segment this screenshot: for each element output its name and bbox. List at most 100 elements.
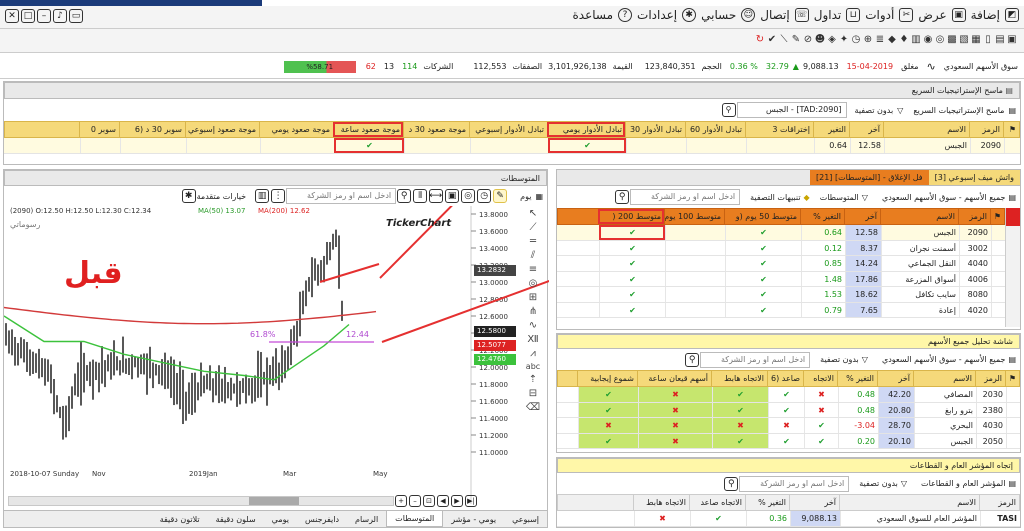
search-icon[interactable]: ⚲ [724, 476, 739, 491]
col-last[interactable]: آخر [849, 122, 883, 137]
line-icon[interactable]: ✔ [766, 34, 778, 46]
bell-icon[interactable]: ♪ [53, 9, 67, 23]
search-icon[interactable]: ⚲ [721, 103, 736, 117]
text-icon[interactable]: abc [526, 362, 540, 371]
col-wave-30[interactable]: موجة صعود 30 د [403, 122, 469, 137]
close-icon[interactable]: ✕ [5, 9, 19, 23]
watchlist-market-select[interactable]: جميع الأسهم - سوق الأسهم السعودي [882, 193, 1006, 202]
list-icon[interactable]: ≣ [874, 34, 886, 46]
maximize-icon[interactable]: □ [21, 9, 35, 23]
menu-connect[interactable]: إتصال [760, 8, 789, 22]
analysis-search-input[interactable]: ادخل اسم او رمز الشركة [700, 351, 811, 368]
col-ma50[interactable]: متوسط 50 يوم (و [724, 209, 800, 224]
tab-daily[interactable]: يومي [264, 515, 297, 524]
search-icon[interactable]: ⚲ [685, 352, 700, 367]
window-icon[interactable]: ▭ [69, 9, 83, 23]
index-row[interactable]: TASI المؤشر العام للسوق السعودي 9,088.13… [557, 511, 1020, 527]
col-breakouts[interactable]: إختراقات 3 [745, 122, 813, 137]
col-last[interactable]: آخر [877, 371, 913, 386]
arrow-up-icon[interactable]: ⇡ [529, 374, 537, 385]
doc-icon[interactable]: ▯ [982, 34, 994, 46]
analysis-row[interactable]: 2380 بترو رابغ 20.80 0.48 ✖ ✔ ✔ ✖ ✔ [557, 402, 1020, 418]
pitchfork-icon[interactable]: ⋔ [529, 306, 537, 317]
watchlist-row[interactable]: 3002 أسمنت نجران 8.37 0.12 ✔ ✔ [557, 240, 1005, 256]
col-change-pct[interactable]: التغير % [837, 371, 877, 386]
col-last[interactable]: آخر [844, 209, 880, 224]
analysis-row[interactable]: 4030 البحري 28.70 3.04- ✔ ✖ ✖ ✖ ✖ [557, 418, 1020, 434]
averages-filter-button[interactable]: المتوسطات [820, 193, 859, 202]
end-icon[interactable]: ▶| [465, 495, 477, 507]
compare-icon[interactable]: ⟷ [429, 189, 444, 203]
fib-icon[interactable]: ≡ [529, 264, 537, 275]
analysis-row[interactable]: 2050 الجبس 20.10 0.20 ✔ ✔ ✔ ✖ ✔ [557, 433, 1020, 449]
chart-icon[interactable]: ▤ [994, 34, 1006, 46]
chart-search-input[interactable]: ادخل اسم او رمز الشركة [286, 188, 397, 204]
col-change-pct[interactable]: التغير % [800, 209, 844, 224]
strategy-filter-button[interactable]: بدون تصفية [855, 106, 894, 115]
elliott-icon[interactable]: Ⅻ [527, 334, 538, 345]
price-chart[interactable]: 13.800013.600013.400013.200013.000012.80… [3, 142, 605, 504]
filter-alerts-button[interactable]: تنبيهات التصفية [750, 193, 800, 202]
menu-trade[interactable]: تداول [814, 8, 842, 22]
tab-drawer[interactable]: الرسام [347, 515, 386, 524]
strategy-symbol-field[interactable]: [TAD:2090] - الجبس [736, 102, 847, 118]
col-name[interactable]: الاسم [839, 495, 979, 510]
chart-scrollbar[interactable] [8, 496, 394, 506]
scroll-thumb[interactable] [249, 497, 299, 505]
watchlist-row[interactable]: 8080 سايب تكافل 18.62 1.53 ✔ ✔ [557, 287, 1005, 303]
cursor-icon[interactable]: ↖ [529, 208, 537, 219]
scan-icon[interactable]: ◈ [826, 34, 838, 46]
trendline-icon[interactable]: ⟋ [530, 222, 537, 233]
index-search-input[interactable]: ادخل اسم او رمز الشركة [739, 475, 850, 492]
period-select[interactable]: يوم [520, 192, 531, 201]
col-wave-daily[interactable]: موجة صعود يومي [259, 122, 333, 137]
menu-settings[interactable]: إعدادات [637, 8, 677, 22]
bars-icon[interactable]: ▥ [255, 189, 270, 203]
drawings-label[interactable]: رسوماتي [10, 220, 40, 229]
watchlist-tab-second[interactable]: فل الإغلاق - [المتوسطات] [21] [809, 170, 929, 185]
tab-averages[interactable]: المتوسطات [386, 511, 444, 527]
template-icon[interactable]: ▣ [445, 189, 460, 203]
watchlist-row[interactable]: 4020 إعادة 7.65 0.79 ✔ ✔ [557, 302, 1005, 318]
circle-icon[interactable]: ◎ [529, 278, 538, 289]
hline-icon[interactable]: ═ [530, 236, 536, 247]
analysis-row[interactable]: 2030 المصافي 42.20 0.48 ✖ ✔ ✔ ✖ ✔ [557, 387, 1020, 403]
clock-icon[interactable]: ◷ [477, 189, 492, 203]
table-icon[interactable]: ▩ [946, 34, 958, 46]
target-icon[interactable]: ◎ [934, 34, 946, 46]
candles-icon[interactable]: ⫴ [413, 189, 428, 203]
zigzag-icon[interactable]: ⩘ [530, 348, 536, 359]
refresh-icon[interactable]: ↻ [754, 34, 766, 46]
grid-icon[interactable]: ▦ [970, 34, 982, 46]
col-ma100[interactable]: متوسط 100 يوم [664, 209, 724, 224]
tab-daily-index[interactable]: يومي - مؤشر [443, 515, 504, 524]
menu-add[interactable]: إضافة [971, 8, 1000, 22]
money-icon[interactable]: ⊕ [862, 34, 874, 46]
strategy-scanner-button[interactable]: ماسح الإستراتيجيات السريع [913, 106, 1004, 115]
watchlist-search-input[interactable]: ادخل اسم او رمز الشركة [630, 189, 741, 205]
col-code[interactable]: الرمز [958, 209, 990, 224]
col-wave-weekly[interactable]: موجة صعود إسبوعي [185, 122, 259, 137]
search-icon[interactable]: ⚲ [397, 189, 412, 203]
col-name[interactable]: الاسم [883, 122, 969, 137]
index-filter-button[interactable]: بدون تصفية [859, 479, 898, 488]
wave-icon[interactable]: ∿ [529, 320, 537, 331]
col-hour-bottoms[interactable]: أسهم قيعان ساعة [637, 371, 711, 386]
index-market-select[interactable]: المؤشر العام و القطاعات [921, 479, 1005, 488]
col-trend-down[interactable]: الاتجاه هابط [633, 495, 689, 510]
window-icon[interactable]: ▣ [1006, 34, 1018, 46]
col-code[interactable]: الرمز [979, 495, 1019, 510]
col-positive-candles[interactable]: شموع إيجابية [577, 371, 637, 386]
col-name[interactable]: الاسم [880, 209, 958, 224]
indicators-icon[interactable]: ⋮ [271, 189, 286, 203]
cart-icon[interactable]: ▧ [958, 34, 970, 46]
measure-icon[interactable]: ⊞ [529, 292, 537, 303]
tab-weekly[interactable]: إسبوعي [504, 515, 547, 524]
compass-icon[interactable]: ◎ [461, 189, 476, 203]
menu-help[interactable]: مساعدة [572, 8, 613, 22]
tab-divergence[interactable]: دايفرجنس [297, 515, 347, 524]
strategy-row[interactable]: 2090 الجبس 12.58 0.64 ✔ ✔ [4, 138, 1020, 154]
watchlist-row[interactable]: 2090 الجبس 12.58 0.64 ✔ ✔ [557, 225, 1005, 241]
watchlist-row[interactable]: 4006 أسواق المزرعة 17.86 1.48 ✔ ✔ [557, 271, 1005, 287]
ruler-icon[interactable]: ⊟ [529, 388, 537, 399]
